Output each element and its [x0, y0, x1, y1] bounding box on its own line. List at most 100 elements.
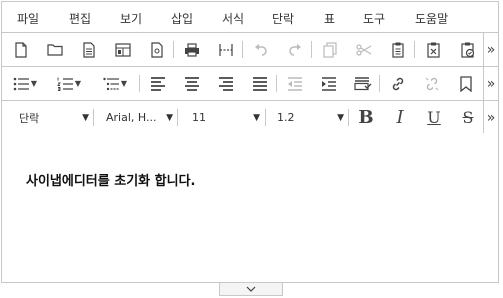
paragraph-format-icon — [354, 76, 372, 90]
multilevel-list-button[interactable]: ▼ — [98, 71, 132, 96]
content-paragraph[interactable]: 사이냅에디터를 초기화 합니다. — [26, 170, 195, 189]
align-right-icon — [219, 76, 233, 91]
print-button[interactable] — [179, 37, 205, 62]
redo-button[interactable] — [282, 37, 308, 62]
insert-link-button[interactable] — [385, 71, 411, 96]
chevron-down-icon: ▼ — [337, 112, 344, 123]
cut-button[interactable] — [351, 37, 377, 62]
editor-content-area[interactable]: 사이냅에디터를 초기화 합니다. — [2, 133, 498, 282]
template-button[interactable] — [76, 37, 102, 62]
toolbar-separator — [177, 109, 178, 126]
preview-icon — [151, 41, 163, 58]
toolbar-separator — [311, 41, 312, 58]
document-template-icon — [83, 41, 95, 58]
paste-button[interactable] — [385, 37, 411, 62]
new-document-button[interactable] — [8, 37, 34, 62]
toolbar-more-button[interactable]: » — [483, 101, 498, 134]
align-left-button[interactable] — [145, 71, 171, 96]
bullet-list-button[interactable]: ▼ — [8, 71, 42, 96]
numbered-list-icon — [56, 77, 73, 91]
paragraph-format-button[interactable] — [350, 71, 376, 96]
undo-button[interactable] — [248, 37, 274, 62]
numbered-list-button[interactable]: ▼ — [52, 71, 86, 96]
toolbar-separator — [348, 109, 349, 126]
bold-button[interactable]: B — [353, 105, 379, 130]
resize-handle[interactable] — [219, 283, 283, 296]
chevron-down-icon: ▼ — [82, 112, 89, 123]
toolbar-row-2: ▼ ▼ ▼ » — [2, 67, 498, 101]
toolbar-separator — [93, 109, 94, 126]
menu-paragraph[interactable]: 단락 — [272, 10, 294, 27]
outdent-button[interactable] — [282, 71, 308, 96]
copy-button[interactable] — [317, 37, 343, 62]
toolbar-separator — [265, 109, 266, 126]
toolbar-more-button[interactable]: » — [483, 67, 498, 100]
menu-insert[interactable]: 삽입 — [171, 10, 193, 27]
menu-view[interactable]: 보기 — [120, 10, 142, 27]
paste-image-button[interactable] — [455, 37, 481, 62]
paragraph-style-value: 단락 — [19, 111, 40, 125]
font-family-value: Arial, H... — [106, 111, 157, 124]
cut-icon — [356, 43, 372, 56]
align-left-icon — [151, 76, 165, 91]
menu-format[interactable]: 서식 — [222, 10, 244, 27]
chevron-down-icon: ▼ — [30, 79, 38, 88]
chevron-down-icon: ▼ — [120, 79, 128, 88]
undo-icon — [255, 43, 267, 56]
bookmark-button[interactable] — [453, 71, 479, 96]
toolbar-row-1: » — [2, 33, 498, 67]
toolbar-separator — [379, 75, 380, 92]
bookmark-icon — [460, 75, 472, 92]
chevron-down-icon: ▼ — [166, 112, 173, 123]
align-justify-button[interactable] — [247, 71, 273, 96]
font-size-select[interactable]: 11 ▼ — [192, 107, 260, 128]
paste-icon — [392, 42, 404, 58]
chevron-down-icon — [246, 286, 256, 292]
line-height-value: 1.2 — [277, 111, 295, 124]
line-height-select[interactable]: 1.2 ▼ — [277, 107, 344, 128]
open-folder-icon — [47, 43, 63, 56]
page-layout-icon — [115, 42, 131, 57]
paste-text-button[interactable] — [421, 37, 447, 62]
indent-icon — [322, 76, 336, 91]
toolbar-more-button[interactable]: » — [483, 33, 498, 66]
open-button[interactable] — [42, 37, 68, 62]
print-icon — [185, 42, 199, 57]
menu-edit[interactable]: 편집 — [69, 10, 91, 27]
font-size-value: 11 — [192, 111, 206, 124]
font-family-select[interactable]: Arial, H... ▼ — [106, 107, 173, 128]
menu-bar: 파일 편집 보기 삽입 서식 단락 표 도구 도움말 — [2, 2, 498, 33]
align-center-button[interactable] — [179, 71, 205, 96]
indent-button[interactable] — [316, 71, 342, 96]
multilevel-list-icon — [103, 77, 119, 90]
copy-icon — [323, 41, 337, 58]
toolbar-separator — [173, 41, 174, 58]
underline-button[interactable]: U — [421, 105, 447, 130]
menu-table[interactable]: 표 — [324, 10, 335, 27]
align-center-icon — [185, 76, 199, 91]
align-justify-icon — [253, 76, 267, 91]
unlink-button[interactable] — [419, 71, 445, 96]
toolbar-row-3: 단락 ▼ Arial, H... ▼ 11 ▼ 1.2 ▼ B I U S » — [2, 101, 498, 135]
menu-file[interactable]: 파일 — [17, 10, 39, 27]
paste-image-icon — [461, 42, 475, 58]
paste-text-icon — [427, 42, 440, 58]
chevron-down-icon: ▼ — [74, 79, 82, 88]
toolbar-separator — [414, 41, 415, 58]
align-right-button[interactable] — [213, 71, 239, 96]
preview-button[interactable] — [144, 37, 170, 62]
menu-help[interactable]: 도움말 — [415, 10, 448, 27]
strikethrough-button[interactable]: S — [455, 105, 481, 130]
paragraph-style-select[interactable]: 단락 ▼ — [19, 107, 89, 128]
chevron-down-icon: ▼ — [253, 112, 260, 123]
outdent-icon — [288, 76, 302, 91]
toolbar-separator — [242, 41, 243, 58]
unlink-icon — [425, 77, 439, 90]
redo-icon — [289, 43, 301, 56]
page-layout-button[interactable] — [110, 37, 136, 62]
toolbar-separator — [276, 75, 277, 92]
italic-button[interactable]: I — [387, 105, 413, 130]
page-margin-button[interactable] — [213, 37, 239, 62]
menu-tools[interactable]: 도구 — [363, 10, 385, 27]
link-icon — [392, 77, 404, 90]
